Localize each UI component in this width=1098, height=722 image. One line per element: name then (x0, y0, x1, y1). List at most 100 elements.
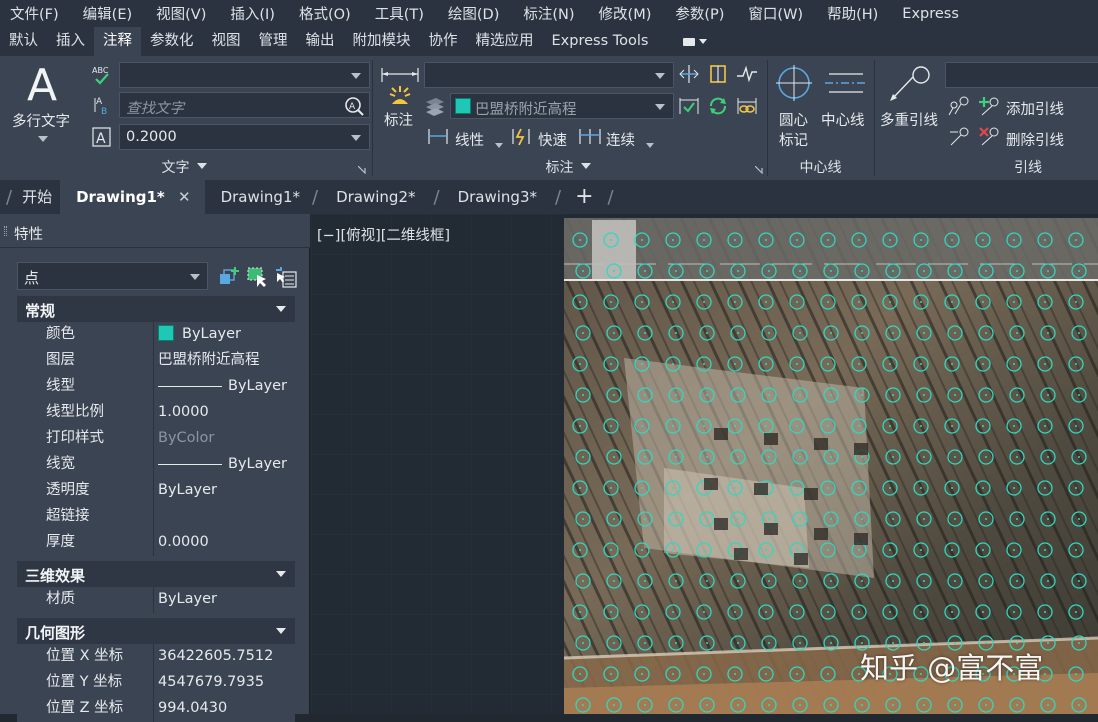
dim-update-icon[interactable] (707, 96, 729, 116)
continue-label[interactable]: 连续 (606, 129, 635, 150)
ribbon-tab-manage[interactable]: 管理 (250, 27, 297, 56)
dim-space-icon[interactable] (678, 64, 700, 84)
tab-drawing2[interactable]: Drawing2* (320, 180, 431, 214)
ribbon-tab-featured-apps[interactable]: 精选应用 (467, 27, 543, 56)
continue-dimension-icon[interactable] (578, 126, 602, 146)
search-icon[interactable]: A (343, 95, 365, 121)
quick-label[interactable]: 快速 (538, 129, 567, 150)
prop-row-thickness[interactable]: 厚度 0.0000 (17, 530, 295, 556)
menu-modify[interactable]: 修改(M) (589, 3, 652, 24)
menu-tools[interactable]: 工具(T) (365, 3, 424, 24)
add-leader-icon[interactable] (978, 96, 1000, 116)
chevron-down-icon[interactable] (646, 136, 654, 148)
multiline-text-icon[interactable]: A (25, 60, 61, 111)
menu-edit[interactable]: 编辑(E) (73, 3, 132, 24)
object-type-select[interactable]: 点 (17, 262, 208, 290)
menu-file[interactable]: 文件(F) (0, 3, 59, 24)
multiline-text-label[interactable]: 多行文字 (12, 110, 70, 131)
dimension-panel-title[interactable]: 标注 (372, 156, 766, 178)
menu-express[interactable]: Express (892, 6, 959, 22)
prop-row-position-z[interactable]: 位置 Z 坐标 994.0430 (17, 696, 295, 722)
menu-help[interactable]: 帮助(H) (817, 3, 878, 24)
add-leader-label[interactable]: 添加引线 (1006, 98, 1064, 119)
find-text-input[interactable]: 查找文字 A (119, 92, 370, 118)
menu-window[interactable]: 窗口(W) (738, 3, 803, 24)
tab-drawing1[interactable]: Drawing1* (205, 180, 310, 214)
prop-row-position-y[interactable]: 位置 Y 坐标 4547679.7935 (17, 670, 295, 696)
leader-style-combo[interactable] (945, 62, 1098, 88)
dimension-layer-combo[interactable]: 巴盟桥附近高程 (450, 93, 674, 119)
center-mark-label-2[interactable]: 标记 (779, 129, 808, 150)
menu-insert[interactable]: 插入(I) (220, 3, 275, 24)
ribbon-tab-insert[interactable]: 插入 (47, 27, 94, 56)
drawing-viewport[interactable]: [−][俯视][二维线框] (311, 214, 1098, 714)
centerline-icon[interactable] (823, 70, 867, 96)
multileader-icon[interactable] (888, 64, 932, 104)
dialog-launcher-icon[interactable] (357, 162, 366, 175)
remove-leader-label[interactable]: 删除引线 (1006, 129, 1064, 150)
toggle-pickadd-icon[interactable] (218, 266, 240, 288)
multileader-label[interactable]: 多重引线 (880, 109, 938, 130)
chevron-down-icon[interactable] (495, 136, 503, 148)
prop-row-linetype-scale[interactable]: 线型比例 1.0000 (17, 400, 295, 426)
layer-stack-icon[interactable] (424, 96, 446, 116)
text-height-combo[interactable]: 0.2000 (119, 124, 370, 150)
quick-select-icon[interactable] (275, 266, 297, 288)
menu-parametric[interactable]: 参数(P) (665, 3, 724, 24)
menu-view[interactable]: 视图(V) (146, 3, 206, 24)
center-mark-label-1[interactable]: 圆心 (779, 109, 808, 130)
ribbon-tab-default[interactable]: 默认 (0, 27, 47, 56)
dimension-label[interactable]: 标注 (384, 109, 413, 130)
chevron-down-icon[interactable] (38, 130, 48, 142)
tab-start[interactable]: 开始 (14, 180, 60, 214)
menu-dimension[interactable]: 标注(N) (513, 3, 574, 24)
add-tab-button[interactable]: + (563, 180, 605, 214)
menu-format[interactable]: 格式(O) (289, 3, 351, 24)
dim-associate-icon[interactable] (736, 96, 758, 116)
prop-row-material[interactable]: 材质 ByLayer (17, 587, 295, 613)
viewport-controls-label[interactable]: [−][俯视][二维线框] (317, 224, 450, 245)
remove-leader-icon[interactable] (978, 126, 1000, 146)
dialog-launcher-icon[interactable] (754, 162, 763, 175)
ribbon-tab-collaborate[interactable]: 协作 (420, 27, 467, 56)
ribbon-tab-view[interactable]: 视图 (203, 27, 250, 56)
leader-align-icon[interactable] (947, 96, 971, 116)
ribbon-tab-parametric[interactable]: 参数化 (141, 27, 203, 56)
close-icon[interactable]: ✕ (178, 188, 191, 206)
prop-row-position-x[interactable]: 位置 X 坐标 36422605.7512 (17, 644, 295, 670)
linear-label[interactable]: 线性 (455, 129, 484, 150)
tab-drawing1-active[interactable]: Drawing1* ✕ (60, 180, 205, 214)
ribbon-minimize-toggle[interactable] (683, 36, 708, 48)
section-3d-effects[interactable]: 三维效果 (17, 561, 295, 587)
prop-row-transparency[interactable]: 透明度 ByLayer (17, 478, 295, 504)
select-objects-icon[interactable] (246, 266, 268, 288)
ribbon-tab-express-tools[interactable]: Express Tools (543, 27, 658, 56)
ribbon-tab-output[interactable]: 输出 (297, 27, 344, 56)
prop-row-plot-style[interactable]: 打印样式 ByColor (17, 426, 295, 452)
properties-header[interactable]: 特性 (0, 214, 310, 248)
aerial-image[interactable] (564, 218, 1098, 714)
centerline-label[interactable]: 中心线 (821, 109, 865, 130)
prop-row-hyperlink[interactable]: 超链接 (17, 504, 295, 530)
ribbon-tab-annotate[interactable]: 注释 (94, 27, 141, 56)
prop-row-lineweight[interactable]: 线宽 ByLayer (17, 452, 295, 478)
dimension-icon[interactable] (378, 62, 422, 106)
text-panel-title[interactable]: 文字 (0, 156, 370, 178)
center-mark-icon[interactable] (775, 64, 813, 102)
linear-dimension-icon[interactable] (427, 126, 449, 146)
prop-row-layer[interactable]: 图层 巴盟桥附近高程 (17, 348, 295, 374)
menu-draw[interactable]: 绘图(D) (438, 3, 499, 24)
dim-inspect-icon[interactable] (678, 96, 700, 116)
text-height-icon[interactable]: A (92, 126, 112, 148)
find-replace-icon[interactable]: AB (92, 94, 112, 117)
tab-drawing3[interactable]: Drawing3* (442, 180, 553, 214)
prop-row-linetype[interactable]: 线型 ByLayer (17, 374, 295, 400)
dim-jog-icon[interactable] (736, 64, 758, 84)
leader-collect-icon[interactable] (947, 126, 971, 146)
text-style-combo[interactable] (119, 62, 370, 88)
dimension-style-combo[interactable] (424, 62, 674, 88)
drag-grip-icon[interactable] (4, 226, 7, 236)
prop-row-color[interactable]: 颜色 ByLayer (17, 322, 295, 348)
section-general[interactable]: 常规 (17, 296, 295, 322)
section-geometry[interactable]: 几何图形 (17, 618, 295, 644)
